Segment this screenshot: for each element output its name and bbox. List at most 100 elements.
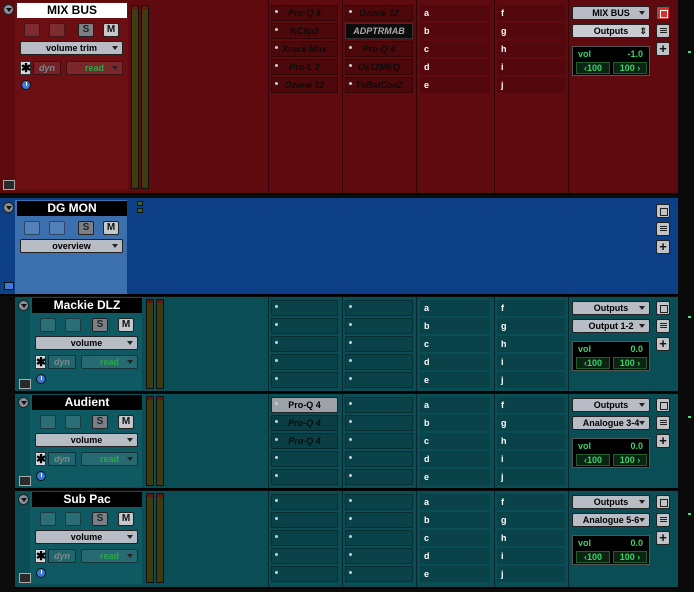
insert-slot-a[interactable]: Pro-Q 4 <box>271 5 338 21</box>
insert-slot-b[interactable] <box>271 318 338 334</box>
output-selector[interactable]: Analogue 3-4 <box>572 416 650 430</box>
collapse-toggle-icon[interactable] <box>18 397 29 408</box>
record-button[interactable] <box>24 23 40 37</box>
send-slot-f[interactable]: f <box>497 300 565 316</box>
pan-right[interactable]: 100 › <box>613 454 647 466</box>
send-slot-d[interactable]: d <box>420 354 490 370</box>
collapse-toggle-icon[interactable] <box>3 202 14 213</box>
add-icon[interactable]: + <box>656 42 670 56</box>
input-monitor-button[interactable] <box>65 512 81 526</box>
clock-icon[interactable] <box>36 568 46 578</box>
send-slot-h[interactable]: h <box>497 41 565 57</box>
mute-button[interactable]: M <box>118 512 134 526</box>
send-slot-g[interactable]: g <box>497 415 565 431</box>
insert-slot-g[interactable] <box>345 512 413 528</box>
insert-slot-b[interactable]: KClip3 <box>271 23 338 39</box>
insert-slot-j[interactable] <box>345 372 413 388</box>
send-slot-e[interactable]: e <box>420 372 490 388</box>
automation-mode-dropdown[interactable]: volume <box>35 336 138 350</box>
volume-pan-display[interactable]: vol 0.0 ‹100 100 › <box>572 535 650 565</box>
send-slot-i[interactable]: i <box>497 354 565 370</box>
input-monitor-button[interactable] <box>65 415 81 429</box>
insert-slot-a[interactable] <box>271 494 338 510</box>
insert-slot-i[interactable] <box>345 548 413 564</box>
send-slot-c[interactable]: c <box>420 433 490 449</box>
input-monitor-button[interactable] <box>49 23 65 37</box>
volume-value[interactable]: -1.0 <box>627 49 643 59</box>
pan-right[interactable]: 100 › <box>613 357 647 369</box>
insert-slot-c[interactable] <box>271 336 338 352</box>
insert-slot-j[interactable] <box>345 566 413 582</box>
pan-right[interactable]: 100 › <box>613 551 647 563</box>
send-slot-c[interactable]: c <box>420 41 490 57</box>
automation-mode-dropdown[interactable]: volume <box>35 530 138 544</box>
volume-pan-display[interactable]: vol -1.0 ‹100 100 › <box>572 46 650 76</box>
comments-icon[interactable] <box>656 513 670 527</box>
record-button[interactable] <box>40 512 56 526</box>
send-slot-c[interactable]: c <box>420 336 490 352</box>
insert-slot-d[interactable] <box>271 451 338 467</box>
send-slot-h[interactable]: h <box>497 433 565 449</box>
send-slot-b[interactable]: b <box>420 318 490 334</box>
send-slot-j[interactable]: j <box>497 469 565 485</box>
send-slot-h[interactable]: h <box>497 336 565 352</box>
input-selector[interactable]: Outputs <box>572 301 650 315</box>
input-selector[interactable]: Outputs <box>572 398 650 412</box>
automation-read-dropdown[interactable]: read <box>81 355 138 369</box>
automation-read-dropdown[interactable]: read <box>81 452 138 466</box>
insert-slot-d[interactable] <box>271 354 338 370</box>
insert-slot-j[interactable]: ToBalCon2 <box>345 77 413 93</box>
send-slot-c[interactable]: c <box>420 530 490 546</box>
insert-slot-b[interactable]: Pro-Q 4 <box>271 415 338 431</box>
input-monitor-button[interactable] <box>65 318 81 332</box>
view-icon[interactable] <box>656 495 670 509</box>
send-slot-a[interactable]: a <box>420 494 490 510</box>
insert-slot-b[interactable] <box>271 512 338 528</box>
collapse-toggle-icon[interactable] <box>18 494 29 505</box>
send-slot-j[interactable]: j <box>497 566 565 582</box>
automation-read-dropdown[interactable]: read <box>81 549 138 563</box>
mute-button[interactable]: M <box>118 415 134 429</box>
add-icon[interactable]: + <box>656 434 670 448</box>
send-slot-f[interactable]: f <box>497 494 565 510</box>
window-icon[interactable] <box>19 573 31 583</box>
record-button[interactable] <box>40 415 56 429</box>
send-slot-e[interactable]: e <box>420 469 490 485</box>
pan-left[interactable]: ‹100 <box>576 551 610 563</box>
comments-icon[interactable] <box>656 416 670 430</box>
clock-icon[interactable] <box>36 374 46 384</box>
insert-slot-d[interactable]: Pro-L 2 <box>271 59 338 75</box>
input-selector[interactable]: MIX BUS <box>572 6 650 20</box>
insert-slot-h[interactable] <box>345 433 413 449</box>
track-name[interactable]: DG MON <box>17 201 127 216</box>
folder-icon[interactable] <box>4 282 14 290</box>
insert-slot-h[interactable] <box>345 530 413 546</box>
insert-slot-f[interactable] <box>345 494 413 510</box>
asterisk-icon[interactable]: ✱ <box>35 452 46 466</box>
send-slot-g[interactable]: g <box>497 23 565 39</box>
collapse-toggle-icon[interactable] <box>3 4 14 15</box>
send-slot-g[interactable]: g <box>497 512 565 528</box>
automation-mode-dropdown[interactable]: volume <box>35 433 138 447</box>
send-slot-b[interactable]: b <box>420 23 490 39</box>
send-slot-a[interactable]: a <box>420 300 490 316</box>
insert-slot-i[interactable] <box>345 354 413 370</box>
volume-value[interactable]: 0.0 <box>630 344 643 354</box>
send-slot-d[interactable]: d <box>420 451 490 467</box>
insert-slot-a[interactable]: Pro-Q 4 <box>271 397 338 413</box>
insert-slot-e[interactable] <box>271 566 338 582</box>
send-slot-h[interactable]: h <box>497 530 565 546</box>
send-slot-a[interactable]: a <box>420 397 490 413</box>
insert-slot-d[interactable] <box>271 548 338 564</box>
solo-button[interactable]: S <box>92 318 108 332</box>
mute-button[interactable]: M <box>103 23 119 37</box>
output-selector[interactable]: Analogue 5-6 <box>572 513 650 527</box>
volume-pan-display[interactable]: vol 0.0 ‹100 100 › <box>572 341 650 371</box>
send-slot-g[interactable]: g <box>497 318 565 334</box>
insert-slot-j[interactable] <box>345 469 413 485</box>
insert-slot-f[interactable] <box>345 300 413 316</box>
pan-left[interactable]: ‹100 <box>576 62 610 74</box>
send-slot-d[interactable]: d <box>420 548 490 564</box>
insert-slot-f[interactable]: Ozone 12 <box>345 5 413 21</box>
insert-slot-g[interactable] <box>345 415 413 431</box>
